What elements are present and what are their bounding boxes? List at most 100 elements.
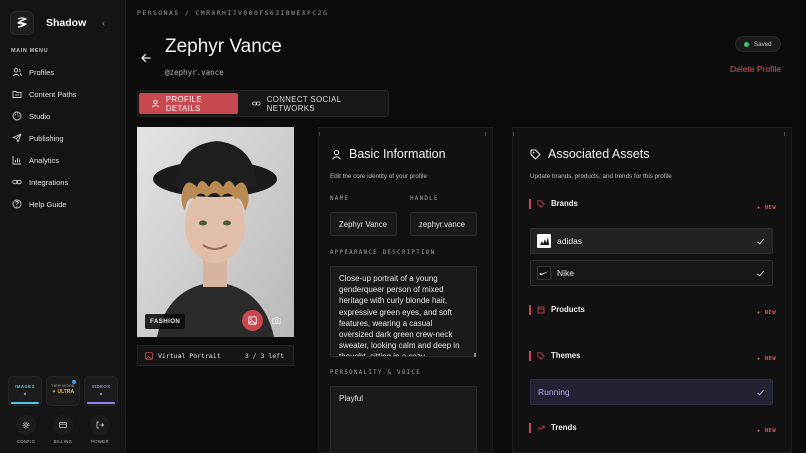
shadow-logo-icon — [10, 11, 34, 35]
basic-info-title-text: Basic Information — [349, 147, 446, 161]
portrait-count: 3 / 3 left — [244, 351, 284, 360]
usage-cards: IMAGES - TIER MODE ✦ ULTRA VIDEOS - — [8, 376, 118, 406]
brand-name: Shadow — [46, 17, 87, 29]
main-menu: Profiles Content Paths Studio Publishing… — [6, 61, 120, 215]
trending-up-icon — [537, 425, 545, 430]
profile-tabs: PROFILE DETAILS CONNECT SOCIAL NETWORKS — [137, 90, 389, 117]
sidebar-item-label: Analytics — [29, 155, 60, 165]
brand-item-nike[interactable]: Nike — [530, 260, 773, 286]
tag-icon — [537, 351, 545, 360]
sidebar-item-analytics[interactable]: Analytics — [6, 149, 120, 171]
power-button[interactable]: POWER — [84, 415, 116, 444]
brand-name: Nike — [557, 268, 575, 278]
regenerate-image-button[interactable] — [242, 310, 263, 331]
sidebar-item-profiles[interactable]: Profiles — [6, 61, 120, 83]
credit-card-icon — [53, 415, 73, 435]
handle-label: HANDLE — [410, 196, 439, 202]
send-icon — [12, 133, 22, 143]
brand[interactable]: Shadow — [10, 11, 86, 35]
panel-corner — [784, 132, 785, 136]
add-product-button[interactable]: + NEW — [757, 310, 776, 316]
check-icon — [757, 389, 764, 396]
basic-information-panel: Basic Information Edit the core identity… — [318, 127, 493, 453]
bar-chart-icon — [12, 156, 21, 165]
page-title: Zephyr Vance — [165, 36, 282, 57]
breadcrumb[interactable]: PERSONAS / CMR0RHI7V000FS63IBWEXFC2G — [137, 9, 328, 17]
associated-assets-panel: Associated Assets Update brands, product… — [512, 127, 792, 453]
themes-label: Themes — [551, 351, 581, 360]
tab-label: CONNECT SOCIAL NETWORKS — [266, 94, 342, 113]
basic-info-subtitle: Edit the core identity of your profile — [330, 173, 427, 180]
add-brand-button[interactable]: + NEW — [757, 205, 776, 211]
tag-icon — [537, 199, 545, 208]
sidebar-item-integrations[interactable]: Integrations — [6, 171, 120, 193]
usage-card-videos[interactable]: VIDEOS - — [84, 376, 118, 406]
usage-value: - — [99, 389, 103, 398]
tab-label: PROFILE DETAILS — [165, 94, 203, 113]
trends-label: Trends — [551, 423, 577, 432]
billing-label: BILLING — [53, 439, 73, 444]
sidebar-item-publishing[interactable]: Publishing — [6, 127, 120, 149]
sidebar-item-label: Content Paths — [29, 89, 77, 99]
themes-section-header: Themes — [529, 350, 581, 361]
palette-icon — [12, 111, 22, 121]
portrait-footer: Virtual Portrait 3 / 3 left — [137, 345, 294, 366]
usage-value: - — [23, 389, 27, 398]
portrait-icon — [145, 351, 153, 360]
saved-label: Saved — [754, 40, 772, 48]
assets-subtitle: Update brands, products, and trends for … — [530, 173, 672, 180]
assets-title: Associated Assets — [530, 147, 649, 161]
portrait-footer-label: Virtual Portrait — [158, 351, 221, 360]
sidebar-item-content-paths[interactable]: Content Paths — [6, 83, 120, 105]
theme-item-running[interactable]: Running — [530, 379, 773, 405]
brand-item-adidas[interactable]: adidas — [530, 228, 773, 254]
gear-icon — [16, 415, 36, 435]
add-trend-button[interactable]: + NEW — [757, 428, 776, 434]
sidebar-item-studio[interactable]: Studio — [6, 105, 120, 127]
usage-bar — [11, 402, 39, 404]
billing-button[interactable]: BILLING — [47, 415, 79, 444]
section-accent — [529, 304, 531, 315]
handle-field[interactable]: zephyr.vance — [410, 212, 477, 236]
usage-card-images[interactable]: IMAGES - — [8, 376, 42, 406]
power-label: POWER — [91, 439, 109, 444]
name-field[interactable]: Zephyr Vance — [330, 212, 397, 236]
tier-value-text: ULTRA — [57, 389, 75, 395]
tag-icon — [530, 149, 541, 159]
collapse-sidebar-icon[interactable]: ‹ — [102, 18, 105, 28]
users-icon — [12, 68, 22, 77]
category-tag: FASHION — [145, 314, 186, 329]
add-theme-button[interactable]: + NEW — [757, 356, 776, 362]
theme-name: Running — [538, 387, 570, 397]
adidas-logo-icon — [537, 234, 551, 248]
tab-profile-details[interactable]: PROFILE DETAILS — [139, 93, 238, 114]
section-accent — [529, 422, 531, 433]
usage-bar — [87, 402, 115, 404]
image-icon — [248, 316, 257, 325]
sidebar-item-label: Integrations — [29, 177, 69, 187]
tab-connect-social-networks[interactable]: CONNECT SOCIAL NETWORKS — [252, 93, 388, 114]
appearance-description-field[interactable]: Close-up portrait of a young genderqueer… — [330, 266, 477, 357]
help-circle-icon — [12, 199, 22, 209]
section-accent — [529, 350, 531, 361]
trends-section-header: Trends — [529, 422, 577, 433]
usage-card-tier[interactable]: TIER MODE ✦ ULTRA — [46, 376, 80, 406]
sidebar-item-help-guide[interactable]: Help Guide — [6, 193, 120, 215]
personality-voice-field[interactable]: Playful — [330, 386, 477, 453]
sidebar-item-label: Profiles — [29, 67, 55, 77]
products-section-header: Products — [529, 304, 585, 315]
back-arrow-icon[interactable] — [140, 52, 152, 64]
logout-icon — [90, 415, 110, 435]
section-accent — [529, 198, 531, 209]
tier-indicator-dot — [72, 380, 76, 384]
menu-title: MAIN MENU — [11, 48, 49, 54]
delete-profile-button[interactable]: Delete Profile — [730, 64, 781, 74]
saved-dot-icon — [744, 41, 749, 47]
config-button[interactable]: CONFIG — [10, 415, 42, 444]
brands-label: Brands — [551, 199, 578, 208]
products-label: Products — [551, 305, 585, 314]
name-label: NAME — [330, 196, 350, 202]
panel-corner — [513, 132, 514, 136]
scrollbar-thumb[interactable] — [474, 353, 476, 357]
camera-button[interactable] — [268, 312, 284, 328]
